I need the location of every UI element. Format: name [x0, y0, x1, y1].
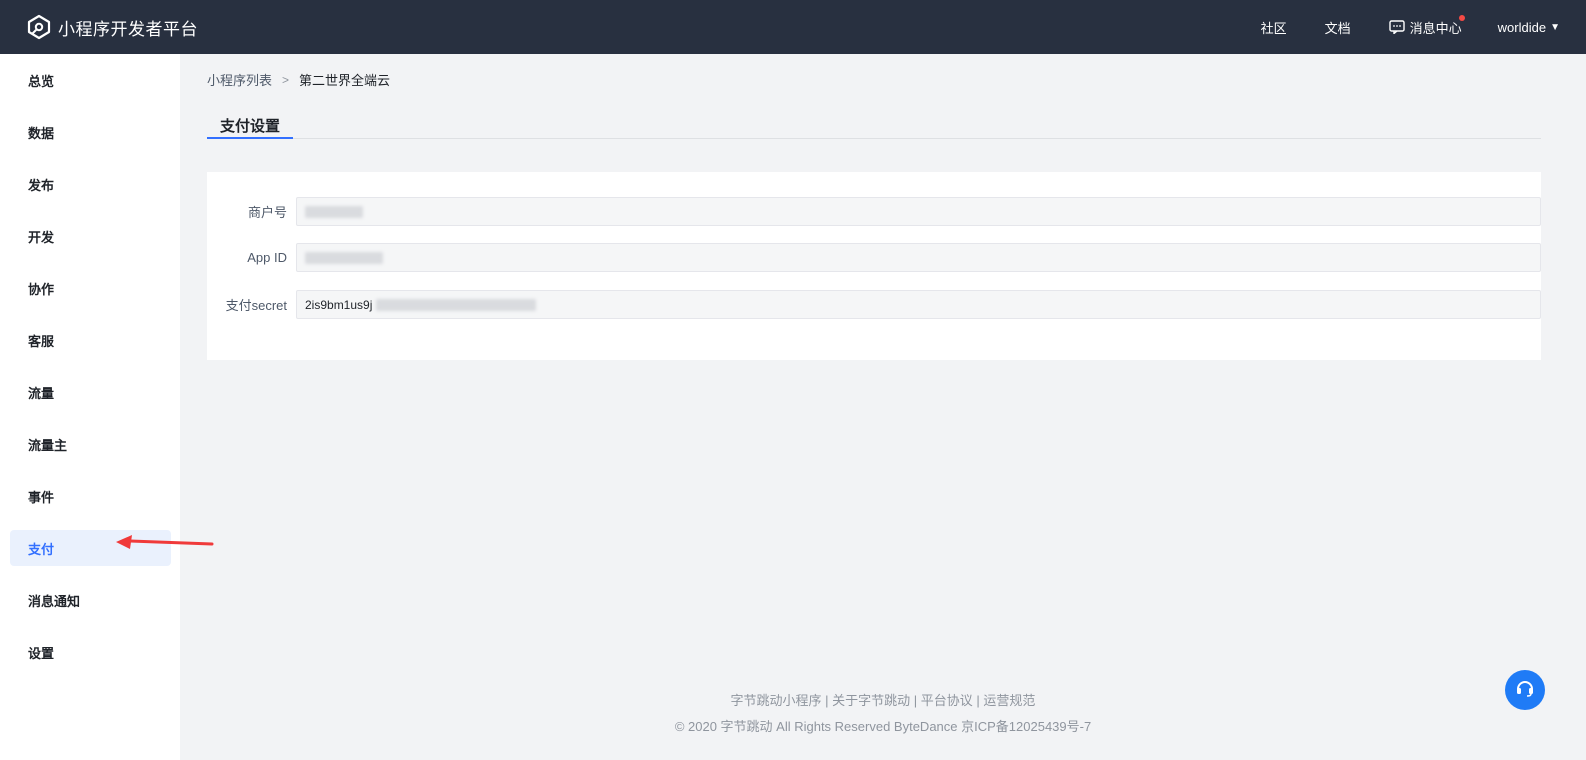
merchant-id-label: 商户号 — [247, 205, 287, 220]
annotation-arrow — [116, 535, 214, 549]
footer-separator: | — [821, 693, 833, 708]
brand-title: 小程序开发者平台 — [58, 19, 198, 39]
footer-link-about-bytedance[interactable]: 关于字节跳动 — [832, 693, 910, 708]
tab-bar: 支付设置 — [207, 108, 1541, 139]
sidebar-item-settings[interactable]: 设置 — [10, 634, 171, 670]
footer-copyright: © 2020 字节跳动 All Rights Reserved ByteDanc… — [674, 719, 1092, 734]
caret-down-icon: ▼ — [1550, 21, 1560, 33]
nav-community-link[interactable]: 社区 — [1261, 18, 1287, 37]
merchant-id-row: 商户号 — [207, 197, 1541, 226]
sidebar-item-traffic-owner[interactable]: 流量主 — [10, 426, 171, 462]
message-center-label: 消息中心 — [1409, 20, 1462, 36]
sidebar-item-develop[interactable]: 开发 — [10, 218, 171, 254]
sidebar-item-data[interactable]: 数据 — [10, 114, 171, 150]
sidebar-item-collaborate[interactable]: 协作 — [10, 270, 171, 306]
merchant-id-field[interactable] — [296, 197, 1541, 226]
payment-secret-value: 2is9bm1us9j — [305, 297, 373, 312]
redacted-value — [305, 251, 383, 264]
brand[interactable]: 小程序开发者平台 — [26, 14, 198, 40]
top-navigation-bar: 小程序开发者平台 社区 文档 消息中心 worldide ▼ — [0, 0, 1586, 54]
breadcrumb-current: 第二世界全端云 — [299, 73, 391, 88]
redacted-value — [376, 298, 537, 311]
sidebar-item-customer-service[interactable]: 客服 — [10, 322, 171, 358]
app-id-field[interactable] — [296, 243, 1541, 272]
tab-payment-settings[interactable]: 支付设置 — [207, 108, 293, 139]
message-icon — [1388, 20, 1405, 35]
sidebar-item-publish[interactable]: 发布 — [10, 166, 171, 202]
breadcrumb: 小程序列表 > 第二世界全端云 — [207, 70, 390, 89]
app-id-row: App ID — [207, 243, 1541, 272]
platform-logo-icon — [26, 14, 52, 40]
top-right-nav: 社区 文档 消息中心 worldide ▼ — [1261, 0, 1586, 54]
user-menu[interactable]: worldide ▼ — [1498, 20, 1560, 35]
sidebar: 总览 数据 发布 开发 协作 客服 流量 流量主 事件 支付 消息通知 设置 — [0, 54, 180, 760]
breadcrumb-mini-program-list[interactable]: 小程序列表 — [207, 70, 272, 89]
username: worldide — [1497, 19, 1547, 35]
customer-support-button[interactable] — [1505, 670, 1545, 710]
sidebar-item-events[interactable]: 事件 — [10, 478, 171, 514]
unread-dot — [1458, 14, 1465, 21]
sidebar-item-traffic[interactable]: 流量 — [10, 374, 171, 410]
footer-separator: | — [910, 693, 921, 708]
footer-links: 字节跳动小程序 | 关于字节跳动 | 平台协议 | 运营规范 — [180, 690, 1586, 709]
breadcrumb-separator: > — [282, 72, 290, 87]
sidebar-item-overview[interactable]: 总览 — [10, 62, 171, 98]
nav-docs-link[interactable]: 文档 — [1325, 18, 1351, 37]
footer-link-platform-agreement[interactable]: 平台协议 — [921, 693, 973, 708]
footer-link-bytedance-mini-program[interactable]: 字节跳动小程序 — [731, 693, 822, 708]
payment-settings-card: 商户号 App ID 支付secret 2is9bm1us9j — [207, 172, 1541, 360]
footer-link-operation-rules[interactable]: 运营规范 — [983, 693, 1035, 708]
headset-icon — [1514, 677, 1536, 704]
redacted-value — [305, 205, 363, 218]
footer-separator: | — [972, 693, 984, 708]
sidebar-item-notifications[interactable]: 消息通知 — [10, 582, 171, 618]
message-center-link[interactable]: 消息中心 — [1388, 14, 1465, 37]
app-id-label: App ID — [247, 250, 287, 265]
payment-secret-field[interactable]: 2is9bm1us9j — [296, 290, 1541, 319]
payment-secret-row: 支付secret 2is9bm1us9j — [207, 290, 1541, 319]
payment-secret-label: 支付secret — [225, 298, 287, 313]
